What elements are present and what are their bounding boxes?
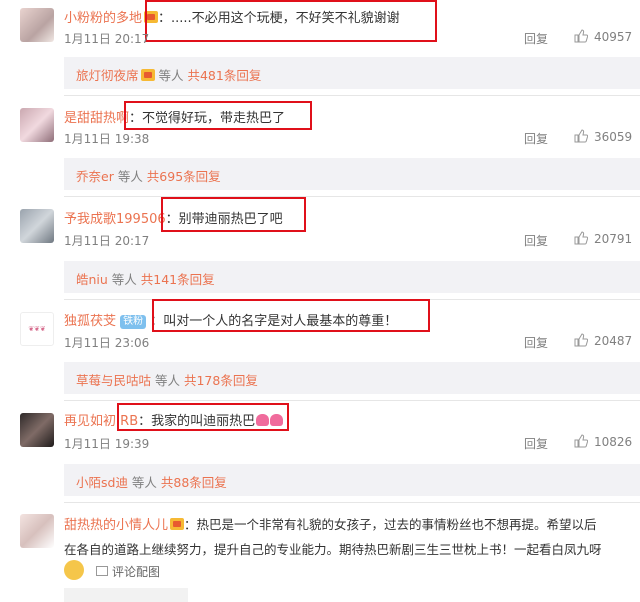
username[interactable]: 再见如初: [64, 414, 116, 429]
emoji-icon[interactable]: [64, 560, 84, 580]
avatar[interactable]: ❦❦❦: [20, 312, 54, 346]
username[interactable]: 独孤茯芠: [64, 314, 116, 329]
sub-reply-user[interactable]: 小陌sd迪: [76, 475, 128, 490]
highlight-box: [124, 101, 312, 130]
divider: [64, 502, 640, 503]
member-crown-icon: [170, 518, 185, 530]
timestamp: 1月11日 23:06: [64, 336, 150, 350]
sub-replies-bar[interactable]: 乔奈er 等人 共695条回复: [64, 158, 640, 190]
divider: [64, 95, 640, 96]
avatar[interactable]: [20, 514, 54, 548]
sub-reply-mid: 等人: [107, 272, 141, 287]
avatar[interactable]: [20, 108, 54, 142]
member-crown-icon: [140, 69, 155, 81]
like-count: 40957: [594, 30, 633, 44]
thumbs-up-icon[interactable]: [574, 333, 588, 347]
fan-badge: 铁粉: [120, 315, 147, 329]
sub-reply-count[interactable]: 共141条回复: [141, 272, 215, 287]
comment-text: ：热巴是一个非常有礼貌的女孩子，过去的事情粉丝也不想再提。希望以后: [184, 517, 597, 532]
attached-image-preview[interactable]: [64, 588, 188, 602]
sub-reply-count[interactable]: 共481条回复: [187, 68, 261, 83]
sub-reply-user[interactable]: 乔奈er: [76, 169, 114, 184]
like-count: 36059: [594, 130, 633, 144]
sub-reply-count[interactable]: 共178条回复: [184, 373, 258, 388]
sub-reply-user[interactable]: 皓niu: [76, 272, 108, 287]
sub-reply-count[interactable]: 共695条回复: [147, 169, 221, 184]
username[interactable]: 小粉粉的多地: [64, 11, 142, 26]
sub-replies-bar[interactable]: 草莓与民咕咕 等人 共178条回复: [64, 362, 640, 394]
thumbs-up-icon[interactable]: [574, 29, 588, 43]
highlight-box: [161, 197, 306, 232]
sub-reply-mid: 等人: [154, 68, 188, 83]
reply-button[interactable]: 回复: [524, 232, 548, 249]
divider: [64, 400, 640, 401]
sub-reply-user[interactable]: 旅灯彻夜席: [76, 68, 139, 83]
like-count: 10826: [594, 435, 633, 449]
like-count: 20487: [594, 334, 633, 348]
sub-replies-bar[interactable]: 旅灯彻夜席 等人 共481条回复: [64, 57, 640, 89]
sub-replies-bar[interactable]: 皓niu 等人 共141条回复: [64, 261, 640, 293]
username[interactable]: 是甜甜热啊: [64, 111, 129, 126]
timestamp: 1月11日 19:39: [64, 437, 150, 451]
reply-button[interactable]: 回复: [524, 435, 548, 452]
reply-button[interactable]: 回复: [524, 334, 548, 351]
highlight-box: [117, 403, 289, 431]
timestamp: 1月11日 20:17: [64, 32, 150, 46]
reply-button[interactable]: 回复: [524, 130, 548, 147]
username[interactable]: 甜热热的小情人儿: [64, 518, 168, 533]
divider: [64, 196, 640, 197]
sub-reply-mid: 等人: [113, 169, 147, 184]
timestamp: 1月11日 20:17: [64, 234, 150, 248]
thumbs-up-icon[interactable]: [574, 434, 588, 448]
sub-replies-bar[interactable]: 小陌sd迪 等人 共88条回复: [64, 464, 640, 496]
thumbs-up-icon[interactable]: [574, 231, 588, 245]
avatar[interactable]: [20, 8, 54, 42]
like-count: 20791: [594, 232, 633, 246]
highlight-box: [152, 299, 430, 332]
avatar[interactable]: [20, 413, 54, 447]
highlight-box: [145, 0, 437, 42]
sub-reply-mid: 等人: [151, 373, 184, 388]
comment-line: 甜热热的小情人儿 ：热巴是一个非常有礼貌的女孩子，过去的事情粉丝也不想再提。希望以…: [64, 514, 636, 533]
comment-text-continued: 在各自的道路上继续努力，提升自己的专业能力。期待热巴新剧三生三世枕上书！一起看白…: [64, 542, 602, 557]
timestamp: 1月11日 19:38: [64, 132, 150, 146]
sub-reply-count[interactable]: 共88条回复: [161, 475, 227, 490]
avatar[interactable]: [20, 209, 54, 243]
sub-reply-mid: 等人: [127, 475, 161, 490]
sub-reply-user[interactable]: 草莓与民咕咕: [76, 373, 151, 388]
avatar-logo: ❦❦❦: [28, 325, 46, 333]
username[interactable]: 予我成歌199506: [64, 212, 166, 227]
reply-button[interactable]: 回复: [524, 30, 548, 47]
comment-image-link[interactable]: 评论配图: [112, 563, 160, 580]
thumbs-up-icon[interactable]: [574, 129, 588, 143]
image-icon: [96, 566, 108, 576]
